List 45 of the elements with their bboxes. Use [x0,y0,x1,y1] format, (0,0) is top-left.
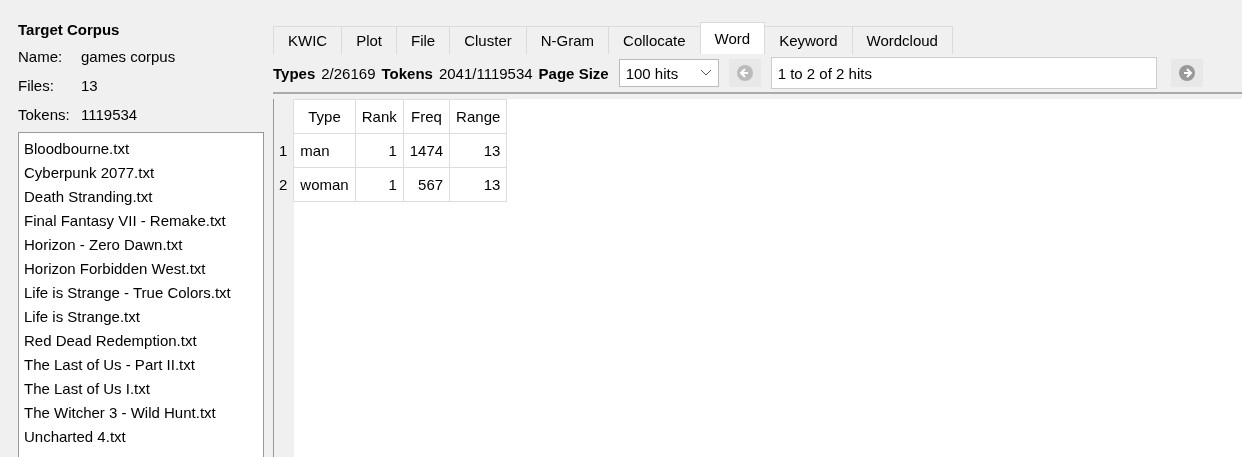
previous-button[interactable] [728,59,761,87]
field-value: 1119534 [81,106,138,123]
panel-title: Target Corpus [18,20,121,40]
stat-value: 2/26169 [321,64,376,82]
field-label: Tokens: [18,106,71,123]
table-cell: woman [293,167,356,202]
table-cell: 1 [355,167,404,202]
tab[interactable]: Wordcloud [851,26,953,54]
file-item[interactable]: Red Dead Redemption.txt [24,329,197,353]
file-item[interactable]: Uncharted 4.txt [24,425,126,449]
stat-value: 2041/1119534 [438,64,533,82]
file-item[interactable]: Final Fantasy VII - Remake.txt [24,209,226,233]
file-item[interactable]: The Last of Us - Part II.txt [24,353,195,377]
column-header[interactable]: Freq [403,99,450,134]
file-item[interactable]: Horizon Forbidden West.txt [24,257,206,281]
file-item[interactable]: Life is Strange - True Colors.txt [24,281,231,305]
field-label: Files: [18,77,55,94]
file-item[interactable]: The Last of Us I.txt [24,377,150,401]
table-cell: 1474 [403,133,450,168]
tab[interactable]: KWIC [273,26,343,54]
table-cell: 13 [449,133,507,168]
table-cell: 1 [355,133,404,168]
hits-field[interactable]: 1 to 2 of 2 hits [770,57,1157,89]
field-value: 13 [81,77,98,94]
stat-label: Tokens [381,64,433,82]
page-size-dropdown[interactable]: 100 hits [618,59,719,87]
tab[interactable]: Word [699,22,766,54]
column-header[interactable]: Range [449,99,507,134]
file-item[interactable]: Cyberpunk 2077.txt [24,161,155,185]
file-item[interactable]: Bloodbourne.txt [24,137,130,161]
stat-label: Types [273,64,316,82]
field-value: games corpus [81,48,176,65]
table-cell: 13 [449,167,507,202]
column-header[interactable]: Type [293,99,356,134]
column-header[interactable]: Rank [355,99,404,134]
table-cell: man [293,133,356,168]
next-button[interactable] [1170,59,1203,87]
file-item[interactable]: Life is Strange.txt [24,305,140,329]
table-cell: 567 [403,167,450,202]
file-item[interactable]: Death Stranding.txt [24,185,153,209]
file-item[interactable]: The Witcher 3 - Wild Hunt.txt [24,401,216,425]
chevron-icon [699,69,712,77]
field-label: Name: [18,48,64,65]
file-item[interactable]: Horizon - Zero Dawn.txt [24,233,183,257]
page-size-label: Page Size [538,64,609,82]
